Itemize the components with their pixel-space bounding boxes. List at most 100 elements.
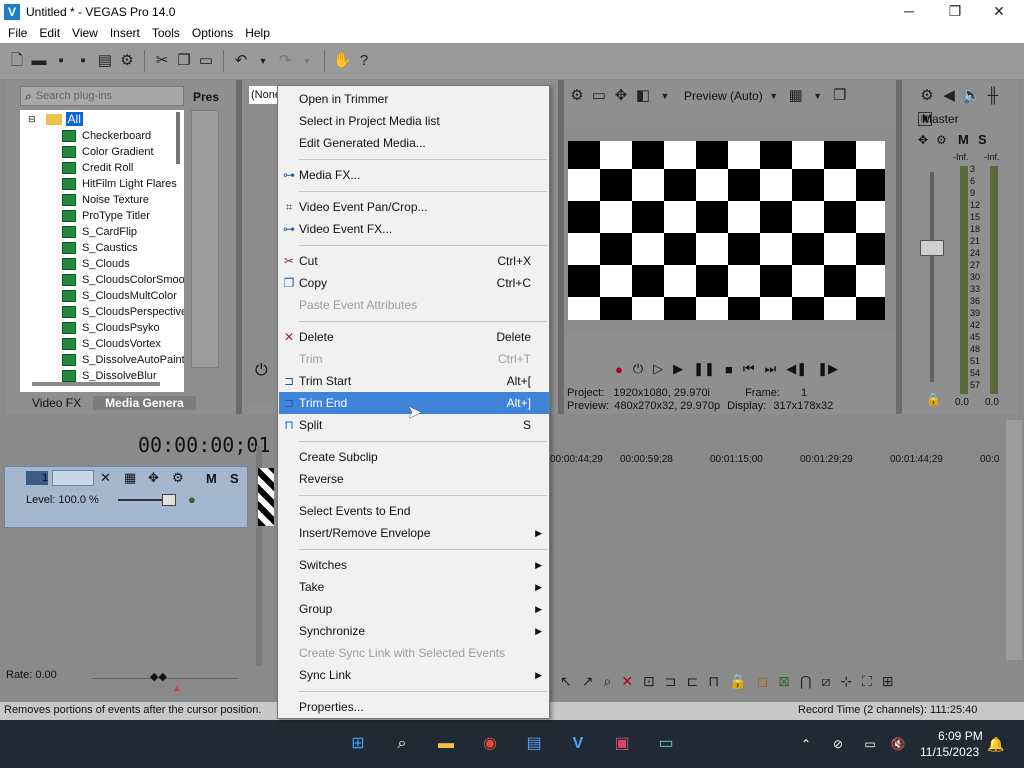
power-icon[interactable]: ⏻ [255,362,268,380]
timeline-vertical-scrollbar[interactable] [1006,420,1022,660]
menu-item-video-event-fx[interactable]: ⊶ Video Event FX... [279,218,549,240]
plugin-item[interactable]: S_Clouds [62,256,130,272]
cut-icon[interactable]: ✂ [153,52,171,70]
master-gear-icon[interactable]: ⚙ [936,133,947,147]
menu-item-cut[interactable]: ✂ Cut Ctrl+X [279,250,549,272]
close-button[interactable]: ✕ [976,0,1022,23]
redo-icon[interactable]: ↷ [276,52,294,70]
undo-icon[interactable]: ↶ [232,52,250,70]
copy-icon[interactable]: ❐ [175,52,193,70]
menu-item-take[interactable]: Take ▶ [279,576,549,598]
preview-settings-gear-icon[interactable]: ⚙ [568,87,586,105]
clock-date[interactable]: 11/15/2023 [920,745,979,759]
event-grouping-icon[interactable]: ⛶ [862,673,872,690]
tab-media-generators[interactable]: Media Genera [93,396,196,410]
open-folder-icon[interactable]: ▬ [30,52,48,70]
plugin-item[interactable]: HitFilm Light Flares [62,176,177,192]
tree-root-all[interactable]: ⊟ All [28,112,83,126]
menu-item-media-fx[interactable]: ⊶ Media FX... [279,164,549,186]
menu-item-reverse[interactable]: Reverse [279,468,549,490]
track-mute-button[interactable]: M [206,471,217,486]
menu-item-create-subclip[interactable]: Create Subclip [279,446,549,468]
envelope-tool-icon[interactable]: ↗ [582,673,594,690]
plugin-item[interactable]: S_CloudsColorSmooth [62,272,184,288]
file-explorer-icon[interactable]: ▬ [434,732,458,756]
maximize-button[interactable]: ❐ [932,0,978,23]
tree-vertical-scrollbar[interactable] [176,112,180,164]
overlay-icon[interactable]: ◧ [634,87,652,105]
menu-item-insert-remove-envelope[interactable]: Insert/Remove Envelope ▶ [279,522,549,544]
hand-tool-icon[interactable]: ✋ [333,52,352,70]
event-thumbnail[interactable] [258,468,274,526]
menu-item-properties[interactable]: Properties... [279,696,549,718]
plugin-item[interactable]: Checkerboard [62,128,151,144]
help-question-icon[interactable]: ? [355,52,373,70]
new-file-icon[interactable]: 🗋 [8,52,26,70]
menu-help[interactable]: Help [239,26,276,40]
stop-icon[interactable]: ■ [725,362,733,377]
paste-icon[interactable]: ▭ [197,52,215,70]
minimize-button[interactable]: ─ [886,0,932,23]
preview-quality-dropdown[interactable]: Preview (Auto) [684,89,763,103]
mixer-icon[interactable]: ╫ [984,87,1002,105]
play-icon[interactable]: ▶ [673,361,683,377]
menu-tools[interactable]: Tools [146,26,186,40]
clock-time[interactable]: 6:09 PM [938,729,983,743]
master-mute-button[interactable]: M [958,132,969,147]
copy-snapshot-icon[interactable]: ❐ [831,87,849,105]
undo-dropdown-icon[interactable]: ▼ [254,52,272,70]
render-icon[interactable]: ▤ [96,52,114,70]
notepad-icon[interactable]: ▤ [522,732,546,756]
rate-slider-knob[interactable]: ◆◆ [150,670,167,683]
master-solo-button[interactable]: S [978,132,987,147]
plugin-item[interactable]: Color Gradient [62,144,154,160]
save-as-icon[interactable]: ▪ [74,52,92,70]
menu-insert[interactable]: Insert [104,26,146,40]
menu-edit[interactable]: Edit [33,26,66,40]
normal-edit-tool-icon[interactable]: ↖ [560,673,572,690]
menu-item-trim-start[interactable]: ⊐ Trim Start Alt+[ [279,370,549,392]
speaker-icon[interactable]: 🔈 [962,87,981,105]
delete-event-icon[interactable]: ✕ [621,673,633,690]
prev-frame-icon[interactable]: ◀❚ [786,361,807,377]
tab-video-fx[interactable]: Video FX [20,396,93,410]
trim-icon[interactable]: ⊡ [643,673,655,690]
track-pan-icon[interactable]: ✥ [148,470,159,486]
tray-chevron-icon[interactable]: ⌃ [794,732,818,756]
taskbar-search-icon[interactable]: ⌕ [390,732,414,756]
zoom-tool-icon[interactable]: ⌕ [603,673,611,690]
region-icon[interactable]: ⊠ [778,673,790,690]
menu-item-synchronize[interactable]: Synchronize ▶ [279,620,549,642]
menu-item-sync-link[interactable]: Sync Link ▶ [279,664,549,686]
notification-bell-icon[interactable]: 🔔 [984,732,1008,756]
grid-icon[interactable]: ▦ [787,87,805,105]
downmix-icon[interactable]: ◀ [940,87,958,105]
plugin-item[interactable]: Noise Texture [62,192,149,208]
menu-item-select-in-project-media-list[interactable]: Select in Project Media list [279,110,549,132]
grid-dropdown-icon[interactable]: ▼ [809,87,827,105]
go-to-start-icon[interactable]: ⏮ [743,361,755,377]
menu-item-delete[interactable]: ✕ Delete Delete [279,326,549,348]
external-monitor-icon[interactable]: ▭ [590,87,608,105]
split-screen-icon[interactable]: ✥ [612,87,630,105]
pause-icon[interactable]: ❚❚ [693,361,715,377]
master-pan-icon[interactable]: ✥ [918,133,928,147]
track-level-knob[interactable] [162,494,176,506]
split-tool-icon[interactable]: ⊓ [708,673,719,690]
menu-item-group[interactable]: Group ▶ [279,598,549,620]
app-taskbar-icon[interactable]: ▣ [610,732,634,756]
master-fx-icon[interactable]: ▣ [918,112,932,126]
loop-icon[interactable]: ⏻ [633,361,643,377]
tree-horizontal-scrollbar[interactable] [32,382,160,386]
trim-end-tool-icon[interactable]: ⊏ [687,673,699,690]
screen-tool-icon[interactable]: ▭ [654,732,678,756]
redo-dropdown-icon[interactable]: ▼ [298,52,316,70]
vegas-taskbar-icon[interactable]: V [566,732,590,756]
menu-item-copy[interactable]: ❐ Copy Ctrl+C [279,272,549,294]
menu-view[interactable]: View [66,26,104,40]
trimmer-dropdown[interactable]: (None [249,86,281,104]
marker-icon[interactable]: ◻ [757,673,769,690]
plugin-item[interactable]: S_CardFlip [62,224,137,240]
menu-file[interactable]: File [2,26,33,40]
plugin-item[interactable]: S_CloudsPerspective [62,304,184,320]
